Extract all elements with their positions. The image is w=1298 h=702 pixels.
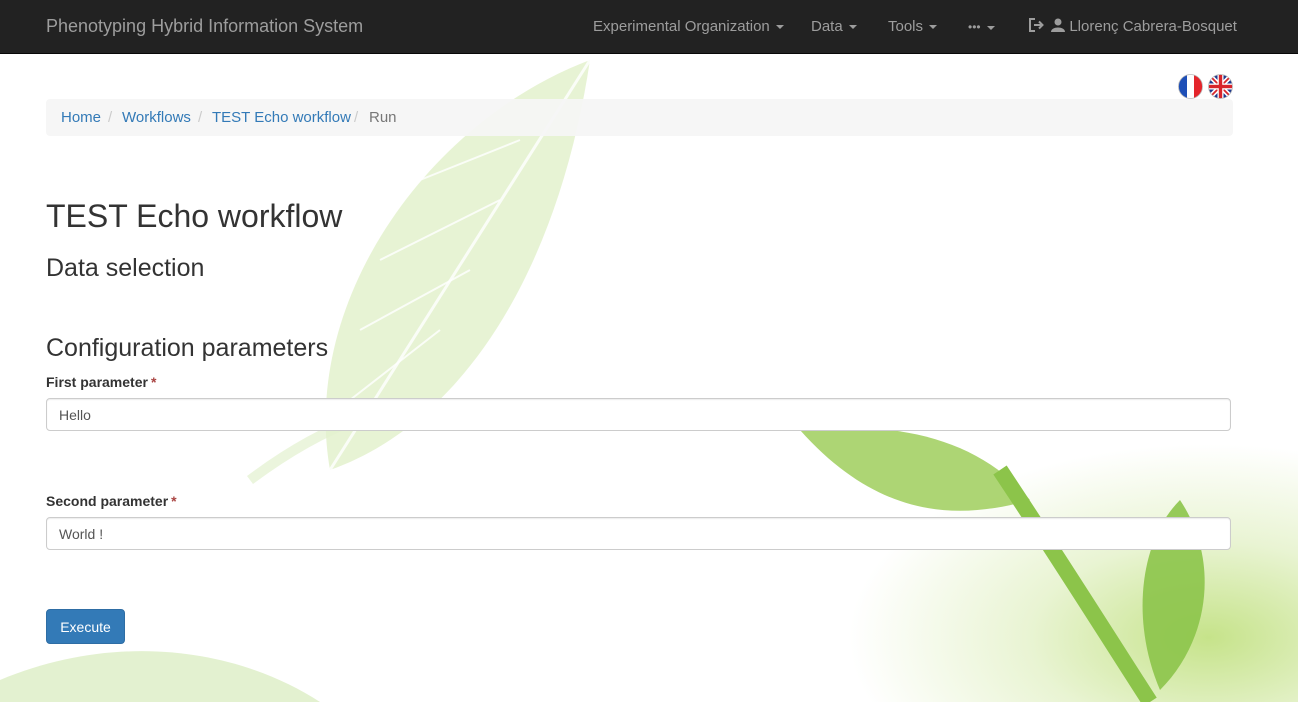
- nav-item-label: Experimental Organization: [593, 18, 770, 35]
- caret-down-icon: [775, 25, 784, 30]
- data-selection-heading: Data selection: [46, 254, 205, 282]
- required-mark: *: [171, 493, 177, 509]
- configuration-parameters-heading: Configuration parameters: [46, 334, 329, 362]
- breadcrumb-workflow-link[interactable]: TEST Echo workflow: [212, 99, 351, 136]
- nav-data-dropdown[interactable]: Data: [811, 18, 857, 35]
- execute-button[interactable]: Execute: [46, 609, 125, 644]
- first-parameter-label-text: First parameter: [46, 374, 148, 390]
- nav-item-label: •••: [968, 20, 981, 34]
- breadcrumb-current: Run: [369, 109, 397, 126]
- second-parameter-input[interactable]: World !: [46, 517, 1231, 550]
- english-flag-icon[interactable]: [1208, 74, 1233, 99]
- french-flag-icon[interactable]: [1178, 74, 1203, 99]
- breadcrumb: Home / Workflows / TEST Echo workflow / …: [46, 99, 1233, 136]
- nav-item-label: Tools: [888, 18, 924, 35]
- caret-down-icon: [986, 25, 995, 30]
- top-navbar: Phenotyping Hybrid Information System Ex…: [0, 0, 1298, 54]
- required-mark: *: [150, 374, 157, 390]
- nav-item-label: Data: [811, 18, 843, 35]
- user-icon: [1051, 18, 1066, 32]
- logout-icon: [1029, 18, 1044, 32]
- user-name: Llorenç Cabrera-Bosquet: [1069, 18, 1237, 35]
- second-parameter-label: Second parameter *: [46, 493, 177, 509]
- second-parameter-label-text: Second parameter: [46, 493, 169, 509]
- page-title: TEST Echo workflow: [46, 198, 343, 234]
- first-parameter-input[interactable]: Hello: [46, 398, 1231, 431]
- breadcrumb-workflows-link[interactable]: Workflows: [122, 99, 191, 136]
- first-parameter-label: First parameter *: [46, 374, 156, 390]
- caret-down-icon: [929, 25, 938, 30]
- brand-link[interactable]: Phenotyping Hybrid Information System: [46, 16, 363, 37]
- breadcrumb-separator: /: [198, 109, 203, 126]
- breadcrumb-separator: /: [354, 109, 359, 126]
- breadcrumb-home-link[interactable]: Home: [61, 99, 101, 136]
- nav-more-dropdown[interactable]: •••: [968, 20, 995, 34]
- nav-experimental-organization-dropdown[interactable]: Experimental Organization: [593, 18, 784, 35]
- user-menu[interactable]: Llorenç Cabrera-Bosquet: [1029, 18, 1237, 35]
- caret-down-icon: [848, 25, 857, 30]
- breadcrumb-separator: /: [108, 109, 113, 126]
- nav-tools-dropdown[interactable]: Tools: [888, 18, 938, 35]
